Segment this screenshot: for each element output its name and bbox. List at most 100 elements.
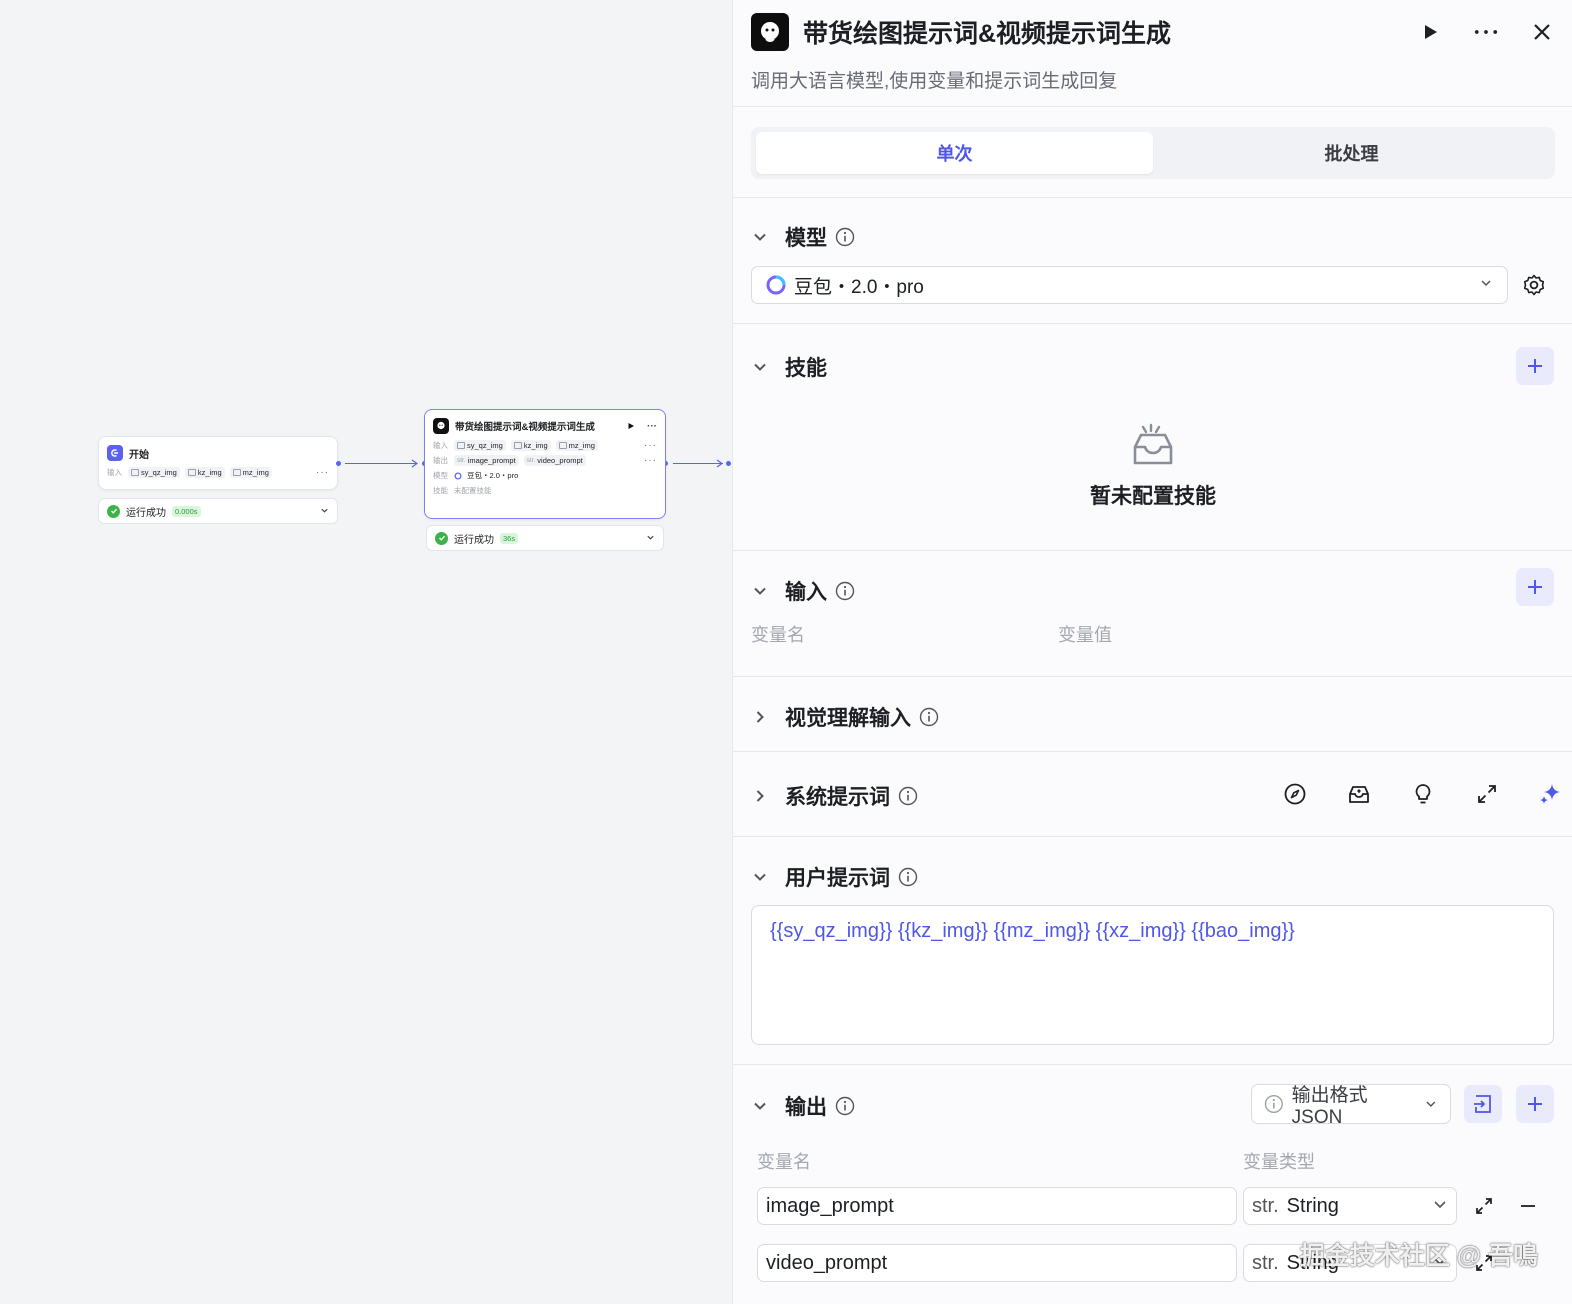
chevron-down-icon	[751, 868, 769, 886]
image-icon	[457, 442, 465, 449]
llm-node-output-chip: str. video_prompt	[523, 455, 586, 466]
plus-icon	[1528, 1097, 1542, 1111]
run-button[interactable]	[1418, 20, 1442, 44]
image-icon	[513, 442, 522, 449]
start-node-out-port[interactable]	[336, 461, 341, 466]
model-select-value: 豆包・2.0・pro	[794, 276, 924, 298]
remove-output-button[interactable]	[1516, 1194, 1540, 1218]
tab-single[interactable]: 单次	[756, 132, 1153, 174]
divider	[733, 323, 1572, 324]
doubao-logo-icon	[454, 471, 462, 480]
divider	[733, 550, 1572, 551]
run-icon[interactable]	[627, 422, 635, 430]
tab-batch[interactable]: 批处理	[1153, 132, 1550, 174]
info-icon[interactable]	[898, 867, 918, 887]
llm-node-more-icon[interactable]: ···	[647, 421, 657, 432]
edge-arrow-icon	[411, 459, 419, 468]
run-mode-tabs: 单次 批处理	[751, 127, 1555, 179]
close-button[interactable]	[1530, 20, 1554, 44]
output-name-input[interactable]: video_prompt	[757, 1244, 1237, 1282]
llm-node-outputs-more-icon[interactable]: ···	[644, 455, 657, 466]
empty-inbox-icon	[1133, 423, 1173, 465]
output-type-select[interactable]: str. String	[1243, 1187, 1457, 1225]
start-node-status[interactable]: 运行成功 0.000s	[98, 498, 338, 524]
info-icon[interactable]	[835, 581, 855, 601]
chevron-down-icon	[1426, 1101, 1436, 1108]
more-button[interactable]	[1474, 20, 1498, 44]
llm-node-input-chip: kz_img	[510, 440, 551, 451]
output-format-select[interactable]: 输出格式JSON	[1251, 1084, 1451, 1128]
add-output-button[interactable]	[1516, 1085, 1554, 1123]
chevron-down-icon[interactable]	[646, 533, 655, 544]
info-icon[interactable]	[919, 707, 939, 727]
divider	[733, 836, 1572, 837]
import-icon	[1474, 1095, 1491, 1113]
add-input-button[interactable]	[1516, 568, 1554, 606]
output-format-label: 输出格式JSON	[1291, 1084, 1368, 1128]
chevron-down-icon	[751, 582, 769, 600]
divider	[733, 676, 1572, 677]
chevron-down-icon	[1432, 1195, 1448, 1218]
user-prompt-section-header[interactable]: 用户提示词	[751, 862, 918, 892]
expand-icon[interactable]	[1472, 1194, 1496, 1218]
llm-node-skill-value: 未配置技能	[454, 486, 492, 495]
input-section-header[interactable]: 输入	[751, 576, 855, 606]
llm-node-input-chip: sy_qz_img	[454, 440, 506, 451]
model-section-title: 模型	[785, 227, 827, 250]
llm-node-model-value: 豆包・2.0・pro	[467, 471, 519, 480]
status-text: 运行成功	[454, 534, 494, 546]
llm-node-output-label: 输出	[433, 456, 448, 465]
ai-sparkle-icon[interactable]	[1537, 780, 1565, 808]
compass-icon[interactable]	[1281, 780, 1309, 808]
llm-node-status[interactable]: 运行成功 36s	[426, 525, 664, 551]
chevron-down-icon[interactable]	[320, 506, 329, 517]
start-node-more-icon[interactable]: ···	[316, 467, 329, 478]
play-icon	[1425, 25, 1437, 39]
input-col-value-header: 变量值	[1058, 625, 1112, 645]
add-skill-button[interactable]	[1516, 347, 1554, 385]
llm-node-inputs-more-icon[interactable]: ···	[644, 440, 657, 451]
image-icon	[131, 469, 139, 476]
user-prompt-editor[interactable]: {{sy_qz_img}} {{kz_img}} {{mz_img}} {{xz…	[751, 905, 1554, 1045]
system-prompt-section-header[interactable]: 系统提示词	[751, 781, 918, 811]
expand-icon[interactable]	[1473, 780, 1501, 808]
output-col-name-header: 变量名	[757, 1152, 811, 1172]
chevron-down-icon	[751, 1097, 769, 1115]
output-section-title: 输出	[785, 1096, 827, 1119]
start-node[interactable]: 开始 输入 sy_qz_img kz_img mz_img ···	[98, 436, 338, 490]
doubao-logo-icon	[766, 275, 786, 295]
divider	[733, 1064, 1572, 1065]
plus-icon	[1528, 359, 1542, 373]
image-icon	[558, 442, 567, 449]
info-icon[interactable]	[898, 786, 918, 806]
info-icon[interactable]	[835, 1096, 855, 1116]
llm-node[interactable]: 带货绘图提示词&视频提示词生成 ··· 输入 sy_qz_img kz_img …	[424, 409, 666, 519]
status-text: 运行成功	[126, 507, 166, 519]
string-type-icon: str.	[1252, 1194, 1279, 1217]
start-node-input-chip: mz_img	[229, 467, 272, 478]
prompt-library-icon[interactable]	[1345, 780, 1373, 808]
model-select[interactable]: 豆包・2.0・pro	[751, 266, 1508, 304]
vision-input-section-header[interactable]: 视觉理解输入	[751, 702, 939, 732]
input-section-title: 输入	[785, 581, 827, 604]
start-node-title: 开始	[129, 449, 149, 461]
output-name-input[interactable]: image_prompt	[757, 1187, 1237, 1225]
watermark: 掘金技术社区 @ 吾鳴	[1299, 1242, 1538, 1270]
lightbulb-icon[interactable]	[1409, 780, 1437, 808]
next-node-in-port[interactable]	[726, 461, 731, 466]
panel-header: 带货绘图提示词&视频提示词生成	[751, 12, 1554, 52]
divider	[733, 751, 1572, 752]
output-section-header[interactable]: 输出	[751, 1091, 855, 1121]
image-icon	[187, 469, 196, 476]
skills-section-header[interactable]: 技能	[751, 352, 827, 382]
model-section-header[interactable]: 模型	[751, 222, 855, 252]
info-icon[interactable]	[835, 227, 855, 247]
info-icon	[1264, 1094, 1283, 1114]
model-settings-gear-icon[interactable]	[1522, 273, 1546, 297]
import-output-button[interactable]	[1464, 1085, 1502, 1123]
user-prompt-section-title: 用户提示词	[785, 867, 890, 890]
start-node-icon	[107, 445, 123, 461]
llm-node-logo-icon	[751, 13, 789, 51]
minus-icon	[1521, 1205, 1535, 1207]
workflow-canvas[interactable]: 开始 输入 sy_qz_img kz_img mz_img ··· 运行成功 0…	[0, 0, 732, 1304]
